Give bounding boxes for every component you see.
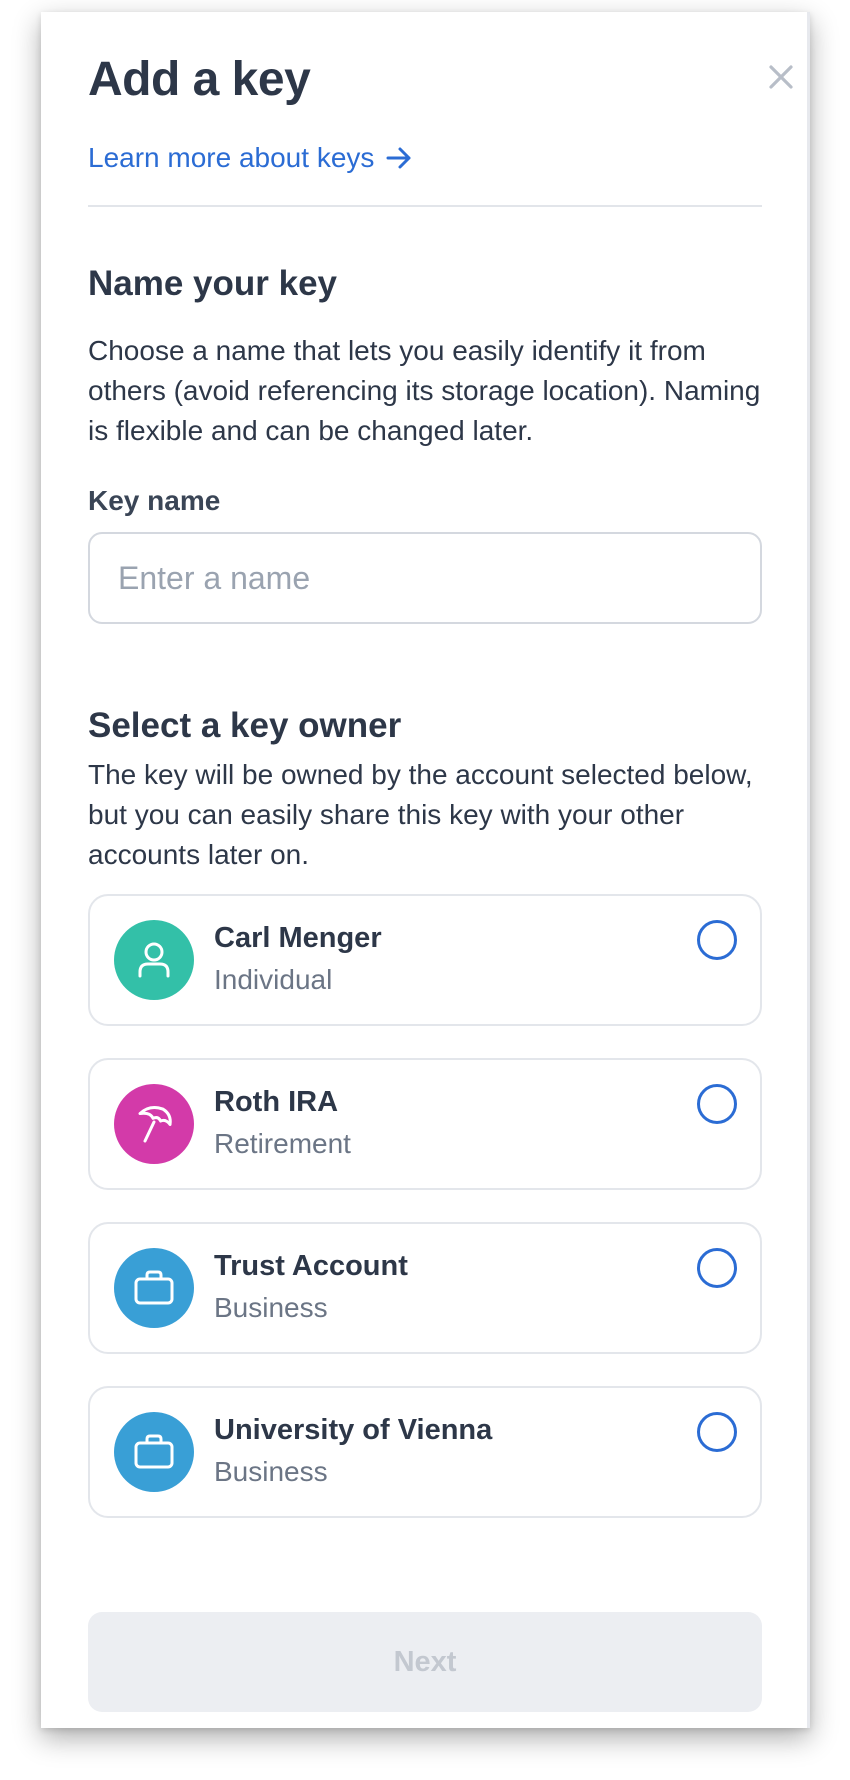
close-icon	[769, 65, 793, 89]
owner-option-carl-menger[interactable]: Carl Menger Individual	[88, 894, 762, 1026]
key-name-input[interactable]	[88, 532, 762, 624]
owner-option-university-of-vienna[interactable]: University of Vienna Business	[88, 1386, 762, 1518]
owner-radio[interactable]	[697, 1084, 737, 1124]
owner-type: Business	[214, 1456, 328, 1487]
next-button[interactable]: Next	[88, 1612, 762, 1712]
page-title: Add a key	[88, 53, 311, 106]
close-button[interactable]	[761, 57, 801, 97]
owner-avatar	[114, 1248, 194, 1328]
arrow-right-icon	[386, 147, 411, 169]
owner-name: Roth IRA	[214, 1086, 339, 1118]
person-icon	[138, 942, 170, 978]
owner-option-trust-account[interactable]: Trust Account Business	[88, 1222, 762, 1354]
learn-more-link[interactable]: Learn more about keys	[88, 142, 414, 174]
briefcase-icon	[134, 1270, 174, 1305]
name-section-heading: Name your key	[88, 264, 338, 303]
header-divider	[88, 205, 762, 207]
owner-option-roth-ira[interactable]: Roth IRA Retirement	[88, 1058, 762, 1190]
owner-radio[interactable]	[697, 1412, 737, 1452]
owner-type: Retirement	[214, 1128, 351, 1159]
key-name-label: Key name	[88, 485, 221, 516]
owner-section-heading: Select a key owner	[88, 706, 402, 745]
owner-radio[interactable]	[697, 920, 737, 960]
owner-avatar	[114, 1084, 194, 1164]
owner-avatar	[114, 1412, 194, 1492]
learn-more-label: Learn more about keys	[88, 142, 375, 173]
briefcase-icon	[134, 1434, 174, 1469]
name-section-description: Choose a name that lets you easily ident…	[88, 335, 761, 446]
owner-section-description: The key will be owned by the account sel…	[88, 759, 753, 870]
owner-radio[interactable]	[697, 1248, 737, 1288]
panel-edge	[807, 12, 810, 1728]
owner-avatar	[114, 920, 194, 1000]
owner-type: Business	[214, 1292, 328, 1323]
owner-name: Carl Menger	[214, 922, 382, 954]
owner-name: Trust Account	[214, 1250, 408, 1282]
umbrella-icon	[138, 1105, 172, 1143]
owner-type: Individual	[214, 964, 333, 995]
add-key-panel: Add a key Learn more about keys Name you…	[41, 12, 810, 1728]
owner-name: University of Vienna	[214, 1414, 493, 1446]
